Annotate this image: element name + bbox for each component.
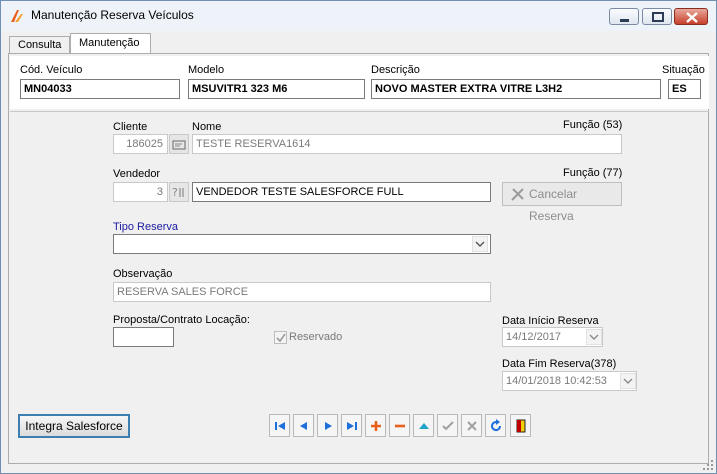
- svg-text:?: ?: [172, 186, 178, 199]
- edit-record-button[interactable]: [413, 414, 434, 437]
- app-logo-icon: [11, 10, 23, 22]
- funcao-53-label: Função (53): [563, 119, 623, 131]
- tab-consulta[interactable]: Consulta: [9, 36, 70, 54]
- minimize-icon: [620, 19, 629, 22]
- data-inicio-label: Data Início Reserva: [502, 315, 599, 327]
- title-bar: Manutenção Reserva Veículos: [1, 1, 716, 31]
- prior-record-icon: [300, 422, 307, 430]
- delete-record-button[interactable]: [389, 414, 410, 437]
- descricao-field[interactable]: NOVO MASTER EXTRA VITRE L3H2: [371, 79, 661, 99]
- tipo-reserva-label: Tipo Reserva: [113, 221, 179, 233]
- vendedor-label: Vendedor: [113, 168, 161, 180]
- insert-icon: [371, 421, 381, 431]
- tab-manutencao[interactable]: Manutenção: [70, 33, 151, 55]
- tab-panel: [8, 53, 709, 464]
- exit-door-icon: [516, 419, 526, 433]
- window-title: Manutenção Reserva Veículos: [31, 8, 194, 22]
- next-record-icon: [325, 422, 332, 430]
- cliente-field[interactable]: 186025: [113, 134, 168, 154]
- reservado-checkbox[interactable]: [274, 331, 287, 344]
- first-record-icon: [275, 422, 285, 430]
- header-divider: [10, 111, 709, 112]
- cliente-label: Cliente: [113, 121, 148, 133]
- proposta-label: Proposta/Contrato Locação:: [113, 314, 250, 326]
- vendedor-lookup-button[interactable]: ?: [169, 182, 189, 202]
- first-record-button[interactable]: [269, 414, 290, 437]
- reservado-label: Reservado: [289, 331, 343, 343]
- cancelar-reserva-button[interactable]: Cancelar Reserva: [502, 182, 622, 223]
- cancel-icon: [467, 421, 477, 431]
- cancelar-reserva-label: Cancelar Reserva: [529, 187, 578, 223]
- cancel-tools-icon: [511, 188, 524, 201]
- exit-button[interactable]: [510, 414, 531, 437]
- proposta-field[interactable]: [113, 327, 174, 347]
- cod-veiculo-label: Cód. Veículo: [20, 64, 83, 76]
- vendedor-field[interactable]: 3: [113, 182, 168, 202]
- client-card-icon: [172, 140, 186, 150]
- cod-veiculo-field[interactable]: MN04033: [20, 79, 180, 99]
- funcao-77-label: Função (77): [563, 167, 623, 179]
- data-fim-label: Data Fim Reserva(378): [502, 358, 617, 370]
- cliente-lookup-button[interactable]: [169, 134, 189, 154]
- minimize-button[interactable]: [609, 8, 639, 25]
- last-record-icon: [347, 422, 357, 430]
- date-chevron-down-icon[interactable]: [586, 329, 602, 345]
- next-record-button[interactable]: [317, 414, 338, 437]
- descricao-label: Descrição: [371, 64, 420, 76]
- edit-icon: [419, 423, 429, 429]
- post-record-button[interactable]: [437, 414, 458, 437]
- datetime-chevron-down-icon[interactable]: [620, 373, 636, 389]
- checkmark-icon: [276, 333, 286, 343]
- situacao-label: Situação: [662, 64, 705, 76]
- maximize-button[interactable]: [642, 8, 672, 25]
- observacao-field[interactable]: RESERVA SALES FORCE: [113, 282, 491, 302]
- situacao-field[interactable]: ES: [668, 79, 701, 99]
- data-fim-field[interactable]: 14/01/2018 10:42:53: [502, 371, 637, 391]
- refresh-button[interactable]: [485, 414, 506, 437]
- close-button[interactable]: [674, 8, 708, 25]
- chevron-down-icon[interactable]: [472, 236, 488, 252]
- nome-label: Nome: [192, 121, 222, 133]
- observacao-label: Observação: [113, 268, 173, 280]
- delete-icon: [395, 424, 405, 428]
- tipo-reserva-select[interactable]: [113, 234, 491, 254]
- modelo-label: Modelo: [188, 64, 225, 76]
- post-icon: [442, 421, 454, 431]
- cancel-record-button[interactable]: [461, 414, 482, 437]
- resize-grip-icon[interactable]: [702, 459, 714, 471]
- maximize-icon: [652, 12, 664, 22]
- vendor-lookup-icon: ?: [172, 186, 184, 199]
- prior-record-button[interactable]: [293, 414, 314, 437]
- nome-field[interactable]: TESTE RESERVA1614: [192, 134, 622, 154]
- refresh-icon: [491, 419, 502, 432]
- integra-salesforce-button[interactable]: Integra Salesforce: [18, 414, 130, 438]
- modelo-field[interactable]: MSUVITR1 323 M6: [188, 79, 365, 99]
- vendedor-nome-field[interactable]: VENDEDOR TESTE SALESFORCE FULL: [192, 182, 491, 202]
- close-icon: [686, 12, 698, 23]
- last-record-button[interactable]: [341, 414, 362, 437]
- insert-record-button[interactable]: [365, 414, 386, 437]
